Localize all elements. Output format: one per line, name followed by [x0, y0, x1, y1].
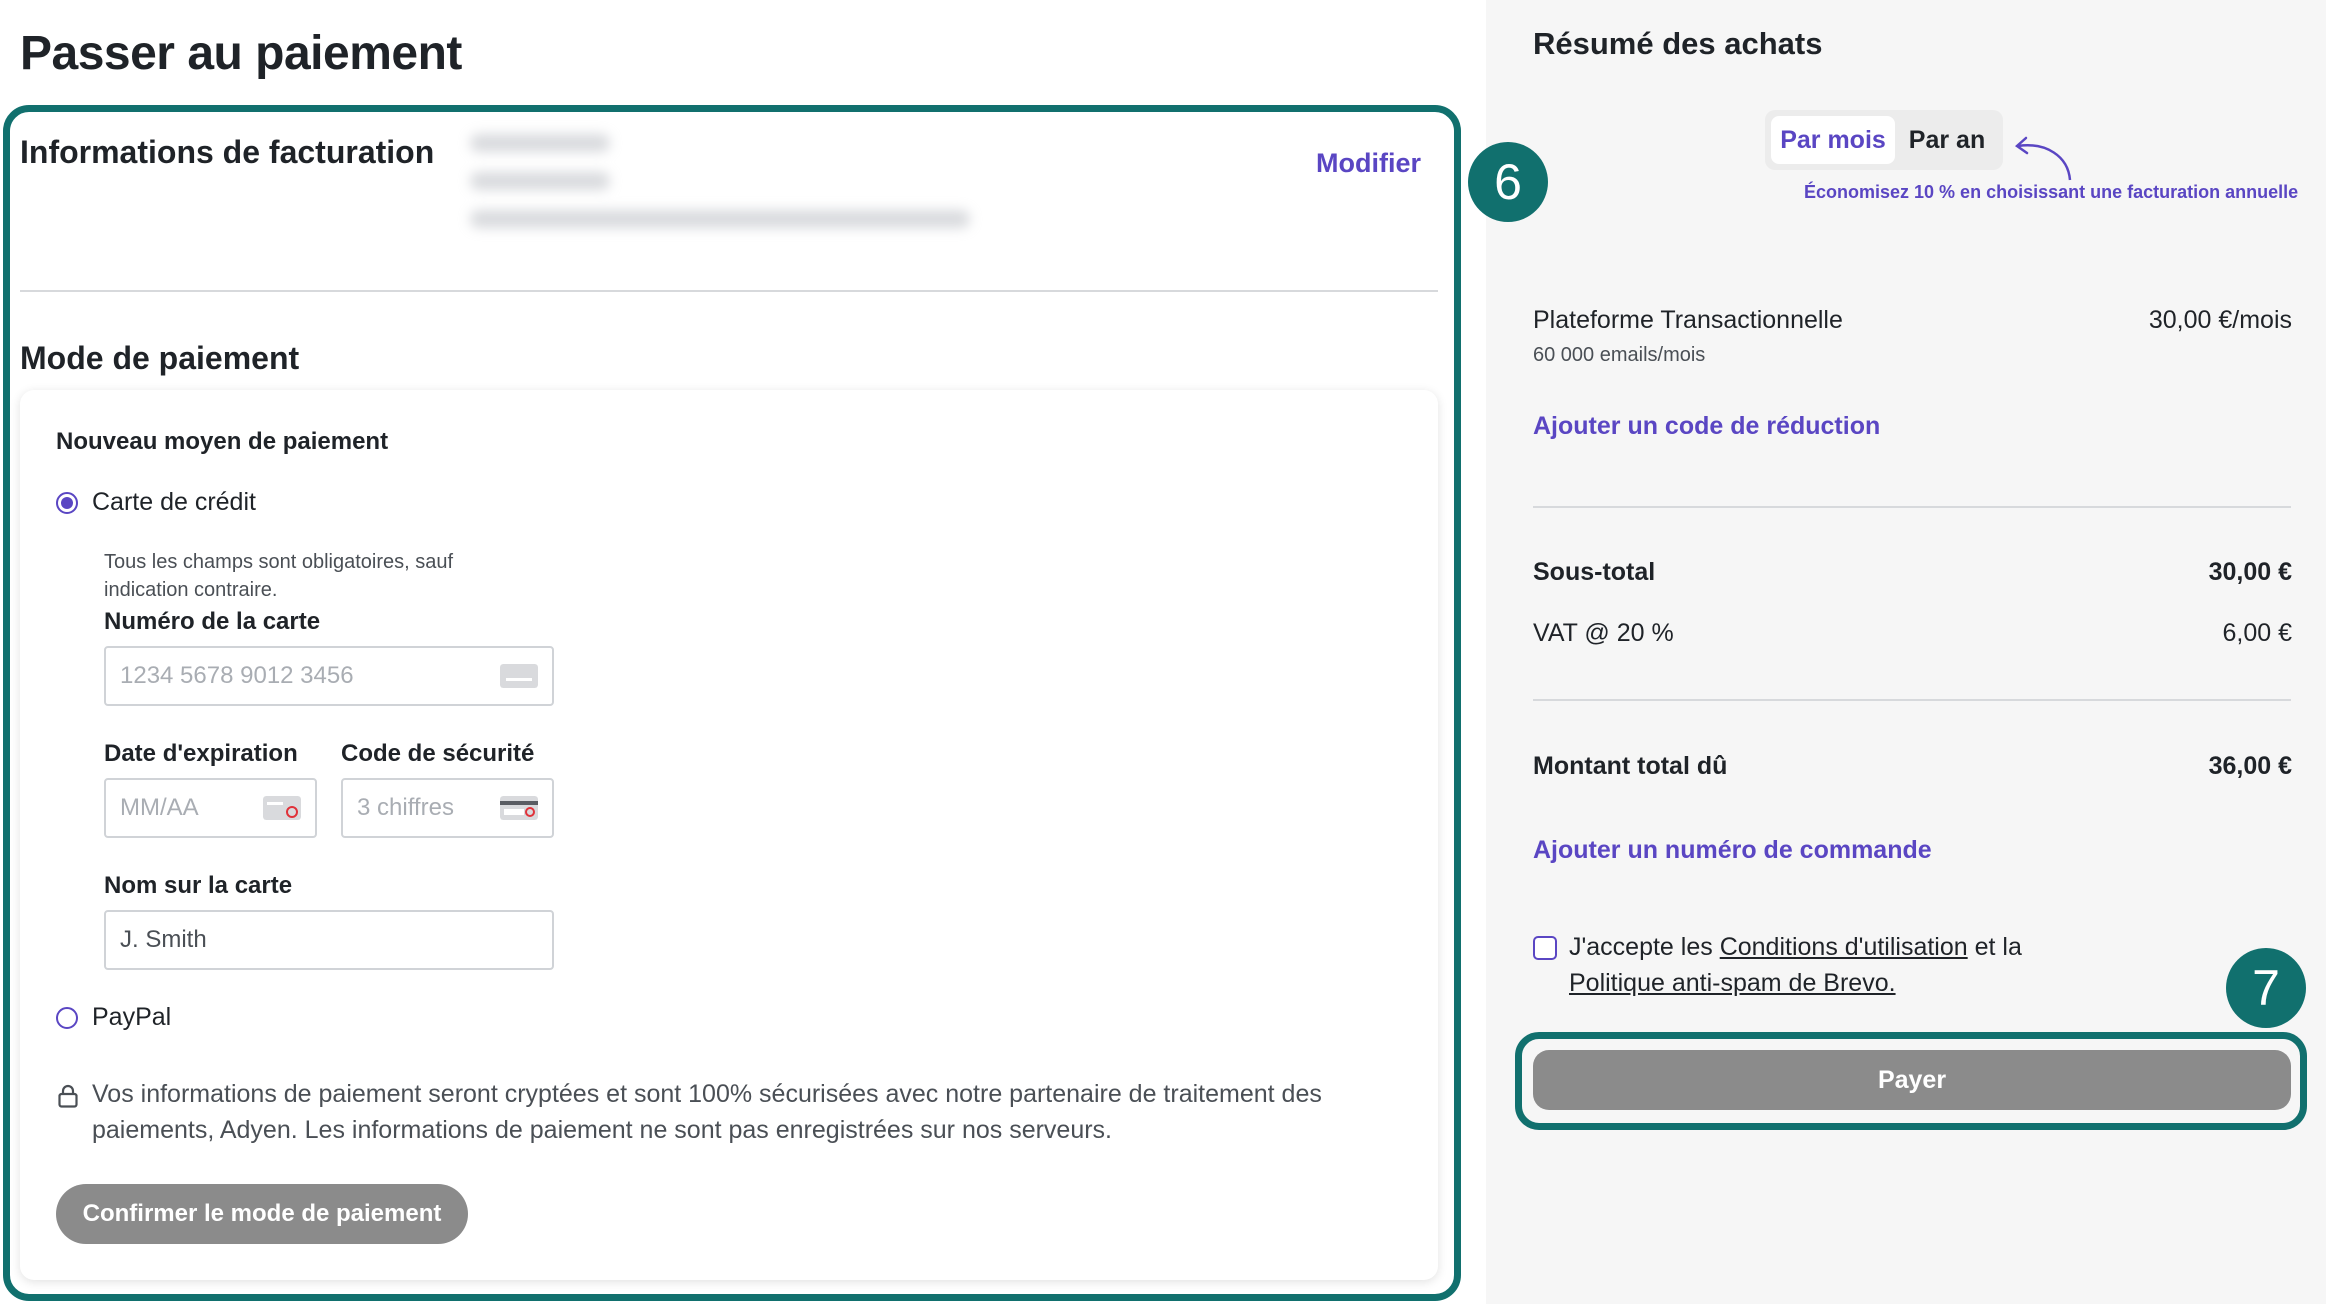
page-title: Passer au paiement — [20, 27, 462, 80]
billing-period-toggle: Par mois Par an — [1765, 110, 2003, 170]
vat-label: VAT @ 20 % — [1533, 619, 1674, 647]
paypal-label[interactable]: PayPal — [92, 1003, 171, 1032]
toggle-yearly[interactable]: Par an — [1895, 116, 1999, 164]
modify-billing-link[interactable]: Modifier — [1316, 148, 1421, 179]
card-number-label: Numéro de la carte — [104, 608, 321, 635]
step-badge-7: 7 — [2226, 948, 2306, 1028]
terms-prefix: J'accepte les — [1569, 933, 1720, 961]
security-code-input[interactable]: 3 chiffres — [341, 778, 554, 838]
terms-text: J'accepte les Conditions d'utilisation e… — [1569, 929, 2089, 1001]
security-code-card-icon — [500, 796, 538, 820]
name-on-card-input[interactable]: J. Smith — [104, 910, 554, 970]
required-fields-helper: Tous les champs sont obligatoires, sauf … — [104, 551, 454, 601]
item-name: Plateforme Transactionnelle — [1533, 306, 1843, 334]
total-due-label: Montant total dû — [1533, 752, 1728, 780]
total-due-value: 36,00 € — [2208, 752, 2292, 780]
secure-payment-text: Vos informations de paiement seront cryp… — [92, 1080, 1322, 1144]
step-badge-6: 6 — [1468, 142, 1548, 222]
payment-mode-title: Mode de paiement — [20, 340, 300, 376]
vat-value: 6,00 € — [2222, 619, 2292, 647]
divider — [1533, 699, 2291, 701]
expiry-placeholder: MM/AA — [120, 794, 199, 821]
credit-card-radio[interactable] — [56, 492, 78, 514]
card-number-input[interactable]: 1234 5678 9012 3456 — [104, 646, 554, 706]
add-discount-code-link[interactable]: Ajouter un code de réduction — [1533, 412, 1880, 441]
blurred-billing-address — [470, 134, 990, 250]
terms-of-use-link[interactable]: Conditions d'utilisation — [1720, 933, 1968, 961]
security-code-placeholder: 3 chiffres — [357, 794, 454, 821]
item-detail: 60 000 emails/mois — [1533, 344, 1706, 366]
security-code-label: Code de sécurité — [341, 740, 535, 767]
new-payment-method-title: Nouveau moyen de paiement — [56, 428, 389, 455]
name-on-card-label: Nom sur la carte — [104, 872, 293, 899]
add-order-number-link[interactable]: Ajouter un numéro de commande — [1533, 836, 1932, 865]
annual-savings-note: Économisez 10 % en choisissant une factu… — [1804, 182, 2299, 202]
credit-card-label[interactable]: Carte de crédit — [92, 488, 256, 517]
subtotal-value: 30,00 € — [2208, 558, 2292, 586]
lock-icon — [58, 1084, 78, 1108]
confirm-payment-method-button[interactable]: Confirmer le mode de paiement — [56, 1184, 468, 1244]
curved-arrow-icon — [2014, 136, 2072, 181]
expiry-input[interactable]: MM/AA — [104, 778, 317, 838]
billing-info-title: Informations de facturation — [20, 134, 435, 170]
paypal-radio[interactable] — [56, 1007, 78, 1029]
toggle-monthly[interactable]: Par mois — [1771, 116, 1895, 164]
accept-terms-checkbox[interactable] — [1533, 936, 1557, 960]
divider — [20, 290, 1438, 292]
card-number-placeholder: 1234 5678 9012 3456 — [120, 662, 354, 689]
divider — [1533, 506, 2291, 508]
pay-button[interactable]: Payer — [1533, 1050, 2291, 1110]
subtotal-label: Sous-total — [1533, 558, 1656, 586]
terms-middle: et la — [1967, 933, 2022, 961]
item-price: 30,00 €/mois — [2148, 306, 2292, 334]
summary-title: Résumé des achats — [1533, 26, 1823, 61]
expiry-card-icon — [263, 796, 301, 820]
anti-spam-policy-link[interactable]: Politique anti-spam de Brevo. — [1569, 969, 1896, 997]
expiry-label: Date d'expiration — [104, 740, 298, 767]
credit-card-icon — [500, 664, 538, 688]
